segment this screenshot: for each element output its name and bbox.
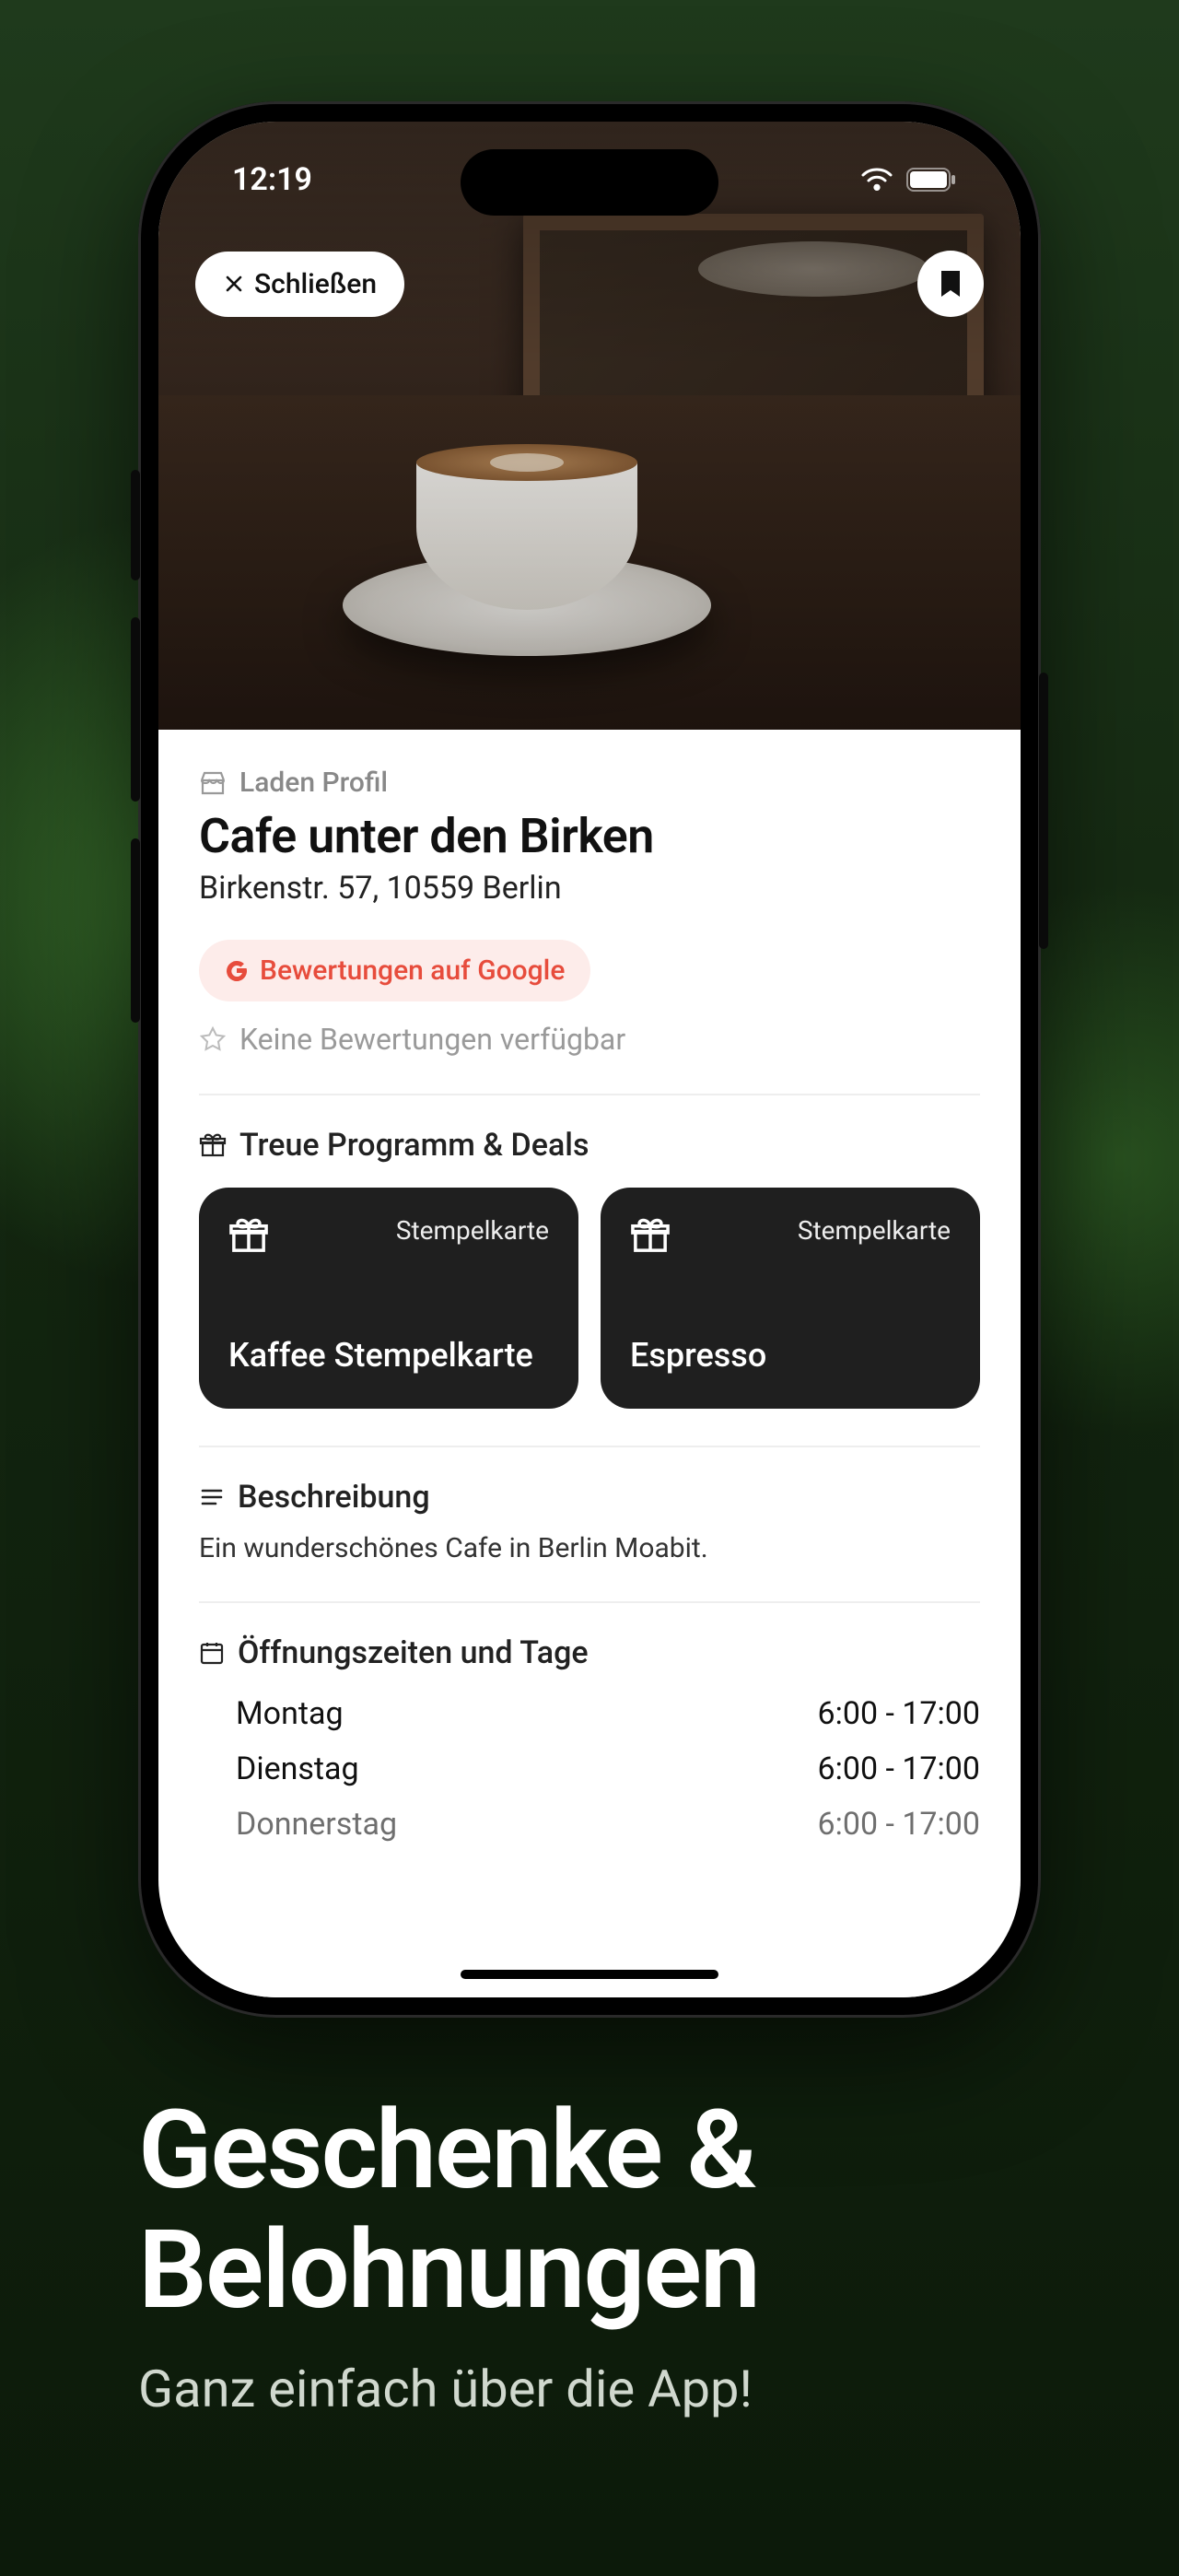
phone-screen: 12:19 xyxy=(158,122,1021,1997)
marketing-title-line1: Geschenke & xyxy=(138,2087,755,2214)
loyalty-heading: Treue Programm & Deals xyxy=(239,1127,589,1164)
wifi-icon xyxy=(860,168,893,192)
marketing-block: Geschenke & Belohnungen Ganz einfach übe… xyxy=(138,2091,1068,2419)
close-icon xyxy=(223,273,245,295)
close-button[interactable]: Schließen xyxy=(195,252,404,317)
loyalty-cards-row: Stempelkarte Kaffee Stempelkarte Stempel… xyxy=(199,1188,980,1409)
phone-volume-down-button xyxy=(131,838,140,1023)
bookmark-button[interactable] xyxy=(917,251,984,317)
status-time: 12:19 xyxy=(232,161,312,198)
hours-row: Montag 6:00 - 17:00 xyxy=(199,1686,980,1741)
hours-row: Donnerstag 6:00 - 17:00 xyxy=(199,1797,980,1852)
opening-hours-list: Montag 6:00 - 17:00 Dienstag 6:00 - 17:0… xyxy=(199,1686,980,1852)
google-reviews-chip[interactable]: Bewertungen auf Google xyxy=(199,940,590,1001)
storefront-icon xyxy=(199,769,227,797)
hours-day: Donnerstag xyxy=(236,1806,397,1843)
menu-lines-icon xyxy=(199,1484,225,1510)
loyalty-card-title: Espresso xyxy=(630,1336,951,1376)
hours-heading: Öffnungszeiten und Tage xyxy=(238,1634,589,1671)
marketing-title: Geschenke & Belohnungen xyxy=(138,2091,1068,2331)
section-label-profile-text: Laden Profil xyxy=(239,767,388,799)
star-outline-icon xyxy=(199,1025,227,1053)
loyalty-card-tag: Stempelkarte xyxy=(396,1215,549,1246)
gift-icon xyxy=(228,1215,269,1256)
section-label-loyalty: Treue Programm & Deals xyxy=(199,1127,980,1164)
section-label-profile: Laden Profil xyxy=(199,767,980,799)
phone-volume-up-button xyxy=(131,617,140,802)
no-reviews-row: Keine Bewertungen verfügbar xyxy=(199,1022,980,1057)
description-heading: Beschreibung xyxy=(238,1479,430,1516)
hours-time: 6:00 - 17:00 xyxy=(818,1751,981,1787)
loyalty-card[interactable]: Stempelkarte Espresso xyxy=(601,1188,980,1409)
loyalty-card-title: Kaffee Stempelkarte xyxy=(228,1336,549,1376)
description-text: Ein wunderschönes Cafe in Berlin Moabit. xyxy=(199,1532,980,1564)
gift-icon xyxy=(199,1131,227,1159)
marketing-subtitle: Ganz einfach über die App! xyxy=(138,2359,1068,2419)
phone-mockup: 12:19 xyxy=(138,101,1041,2018)
hours-day: Montag xyxy=(236,1695,344,1732)
hours-time: 6:00 - 17:00 xyxy=(818,1806,981,1843)
battery-icon xyxy=(906,168,956,192)
marketing-title-line2: Belohnungen xyxy=(138,2207,759,2334)
store-address: Birkenstr. 57, 10559 Berlin xyxy=(199,870,980,907)
google-reviews-label: Bewertungen auf Google xyxy=(260,954,565,987)
divider xyxy=(199,1094,980,1095)
bookmark-icon xyxy=(937,268,964,299)
google-icon xyxy=(225,959,249,983)
phone-power-button xyxy=(1039,673,1048,949)
store-profile-content: Laden Profil Cafe unter den Birken Birke… xyxy=(158,730,1021,1852)
loyalty-card-tag: Stempelkarte xyxy=(798,1215,951,1246)
section-label-description: Beschreibung xyxy=(199,1479,980,1516)
close-button-label: Schließen xyxy=(254,268,377,300)
hours-day: Dienstag xyxy=(236,1751,359,1787)
home-indicator[interactable] xyxy=(461,1970,718,1979)
loyalty-card[interactable]: Stempelkarte Kaffee Stempelkarte xyxy=(199,1188,578,1409)
divider xyxy=(199,1446,980,1447)
section-label-hours: Öffnungszeiten und Tage xyxy=(199,1634,980,1671)
store-name: Cafe unter den Birken xyxy=(199,808,980,864)
status-bar: 12:19 xyxy=(158,157,1021,203)
no-reviews-label: Keine Bewertungen verfügbar xyxy=(239,1022,625,1057)
bottom-fade xyxy=(158,1961,1021,1997)
gift-icon xyxy=(630,1215,671,1256)
divider xyxy=(199,1601,980,1603)
calendar-icon xyxy=(199,1640,225,1666)
phone-side-button xyxy=(131,470,140,580)
hours-time: 6:00 - 17:00 xyxy=(818,1695,981,1732)
hours-row: Dienstag 6:00 - 17:00 xyxy=(199,1741,980,1797)
